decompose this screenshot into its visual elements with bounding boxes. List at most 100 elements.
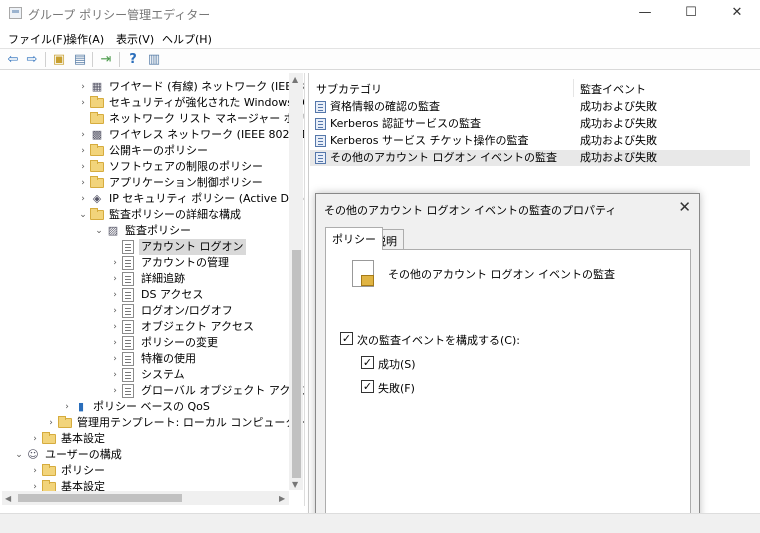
- scroll-down-arrow[interactable]: ▼: [292, 480, 298, 489]
- document-icon: [122, 320, 134, 334]
- list-item[interactable]: 資格情報の確認の監査 成功および失敗: [310, 99, 750, 115]
- tree-item-label: ログオン/ログオフ: [141, 304, 233, 317]
- expand-chevron-icon[interactable]: ›: [110, 319, 120, 335]
- expand-chevron-icon[interactable]: ›: [78, 175, 88, 191]
- list-item-name: 資格情報の確認の監査: [330, 100, 440, 113]
- column-divider[interactable]: [573, 79, 574, 97]
- list-item-name: その他のアカウント ログオン イベントの監査: [330, 151, 557, 164]
- menu-view[interactable]: 表示(V): [116, 31, 154, 47]
- scroll-up-arrow[interactable]: ▲: [292, 75, 298, 84]
- tree-vertical-scroll-thumb[interactable]: [292, 250, 301, 478]
- tree-item[interactable]: › ソフトウェアの制限のポリシー: [2, 159, 304, 175]
- scroll-right-arrow[interactable]: ▶: [279, 494, 285, 503]
- expand-chevron-icon[interactable]: ›: [78, 191, 88, 207]
- success-checkbox[interactable]: ✓: [361, 356, 374, 369]
- configure-checkbox[interactable]: ✓: [340, 332, 353, 345]
- collapse-chevron-icon[interactable]: ⌄: [14, 447, 24, 463]
- expand-chevron-icon[interactable]: ›: [110, 287, 120, 303]
- expand-chevron-icon[interactable]: ›: [110, 335, 120, 351]
- expand-chevron-icon[interactable]: ›: [78, 79, 88, 95]
- expand-chevron-icon[interactable]: ›: [62, 399, 72, 415]
- tree-item[interactable]: ›▦ ワイヤード (有線) ネットワーク (IEEE 802.3) ポ: [2, 79, 304, 95]
- menu-help[interactable]: ヘルプ(H): [162, 31, 212, 47]
- collapse-chevron-icon[interactable]: ⌄: [78, 207, 88, 223]
- tree-item[interactable]: › ◈ IP セキュリティ ポリシー (Active Directory (: [2, 191, 304, 207]
- back-icon[interactable]: ⇦: [4, 51, 22, 68]
- app-icon: [9, 7, 22, 19]
- expand-chevron-icon[interactable]: ›: [110, 303, 120, 319]
- tree-item[interactable]: アカウント ログオン: [2, 239, 304, 255]
- expand-chevron-icon[interactable]: ›: [110, 271, 120, 287]
- document-icon: [122, 256, 134, 270]
- menu-action[interactable]: 操作(A): [66, 31, 104, 47]
- expand-chevron-icon[interactable]: ›: [110, 255, 120, 271]
- tree-item-label: 監査ポリシー: [125, 224, 191, 237]
- list-item-event: 成功および失敗: [580, 117, 657, 130]
- tab-policy[interactable]: ポリシー: [325, 227, 383, 250]
- tree-item[interactable]: › グローバル オブジェクト アクセスの監査: [2, 383, 304, 399]
- expand-chevron-icon[interactable]: ›: [110, 351, 120, 367]
- dialog-close-icon[interactable]: ✕: [678, 198, 691, 216]
- tree-item[interactable]: ⌄ 監査ポリシーの詳細な構成: [2, 207, 304, 223]
- tree-item[interactable]: ⌄ ▨ 監査ポリシー: [2, 223, 304, 239]
- configure-label: 次の監査イベントを構成する(C):: [357, 334, 520, 347]
- tree-item-label: ワイヤレス ネットワーク (IEEE 802.11) ポリシー: [109, 128, 304, 141]
- close-button[interactable]: ✕: [714, 0, 760, 28]
- column-header-audit-event[interactable]: 監査イベント: [580, 81, 646, 97]
- tree-item[interactable]: ネットワーク リスト マネージャー ポリシー: [2, 111, 304, 127]
- tree-item[interactable]: ⌄ ☺ ユーザーの構成: [2, 447, 304, 463]
- tree-item[interactable]: › DS アクセス: [2, 287, 304, 303]
- expand-chevron-icon[interactable]: ›: [110, 367, 120, 383]
- list-item[interactable]: Kerberos 認証サービスの監査 成功および失敗: [310, 116, 750, 132]
- expand-chevron-icon[interactable]: ›: [78, 95, 88, 111]
- tree-item[interactable]: › オブジェクト アクセス: [2, 319, 304, 335]
- up-folder-icon[interactable]: ▣: [50, 51, 68, 68]
- list-item[interactable]: Kerberos サービス チケット操作の監査 成功および失敗: [310, 133, 750, 149]
- tree-item[interactable]: › 管理用テンプレート: ローカル コンピューターから取得し: [2, 415, 304, 431]
- tree-item[interactable]: › セキュリティが強化された Windows Defend: [2, 95, 304, 111]
- tree-item-label: 特権の使用: [141, 352, 196, 365]
- show-hide-tree-icon[interactable]: ▤: [71, 51, 89, 68]
- tree-item[interactable]: › ポリシー: [2, 463, 304, 479]
- tree-item[interactable]: › 特権の使用: [2, 351, 304, 367]
- expand-chevron-icon[interactable]: ›: [30, 431, 40, 447]
- tree-item[interactable]: ›▩ ワイヤレス ネットワーク (IEEE 802.11) ポリシー: [2, 127, 304, 143]
- failure-checkbox[interactable]: ✓: [361, 380, 374, 393]
- maximize-button[interactable]: ☐: [668, 0, 714, 28]
- expand-chevron-icon[interactable]: ›: [78, 127, 88, 143]
- scroll-left-arrow[interactable]: ◀: [5, 494, 11, 503]
- tree-item[interactable]: › ▮ ポリシー ベースの QoS: [2, 399, 304, 415]
- menu-file[interactable]: ファイル(F): [8, 31, 67, 47]
- tree-item[interactable]: › アプリケーション制御ポリシー: [2, 175, 304, 191]
- help-icon[interactable]: ?: [124, 51, 142, 68]
- tree-item[interactable]: › 公開キーのポリシー: [2, 143, 304, 159]
- tree-item[interactable]: › システム: [2, 367, 304, 383]
- expand-chevron-icon[interactable]: ›: [78, 159, 88, 175]
- tree-item[interactable]: › 詳細追跡: [2, 271, 304, 287]
- toolbar-separator: [92, 52, 93, 67]
- export-list-icon[interactable]: ⇥: [97, 51, 115, 68]
- collapse-chevron-icon[interactable]: ⌄: [94, 223, 104, 239]
- expand-chevron-icon[interactable]: ›: [46, 415, 56, 431]
- folder-icon: [90, 144, 104, 156]
- tree-item[interactable]: › ポリシーの変更: [2, 335, 304, 351]
- tree-item[interactable]: › アカウントの管理: [2, 255, 304, 271]
- expand-chevron-icon[interactable]: ›: [30, 463, 40, 479]
- tree-item-label: ネットワーク リスト マネージャー ポリシー: [109, 112, 304, 125]
- document-icon: [122, 368, 134, 382]
- ip-security-icon: ◈: [92, 192, 102, 205]
- tree-item[interactable]: › 基本設定: [2, 431, 304, 447]
- document-icon: [122, 384, 134, 398]
- expand-chevron-icon[interactable]: ›: [110, 383, 120, 399]
- toolbar-separator: [119, 52, 120, 67]
- tree-horizontal-scroll-thumb[interactable]: [18, 494, 182, 502]
- expand-chevron-icon[interactable]: ›: [78, 143, 88, 159]
- forward-icon[interactable]: ⇨: [23, 51, 41, 68]
- minimize-button[interactable]: —: [622, 0, 668, 28]
- properties-icon[interactable]: ▥: [145, 51, 163, 68]
- tree-item[interactable]: › ログオン/ログオフ: [2, 303, 304, 319]
- column-header-subcategory[interactable]: サブカテゴリ: [316, 81, 382, 97]
- tab-panel: その他のアカウント ログオン イベントの監査 ✓ 次の監査イベントを構成する(C…: [325, 249, 691, 533]
- folder-icon: [90, 112, 104, 124]
- list-item-selected[interactable]: その他のアカウント ログオン イベントの監査 成功および失敗: [310, 150, 750, 166]
